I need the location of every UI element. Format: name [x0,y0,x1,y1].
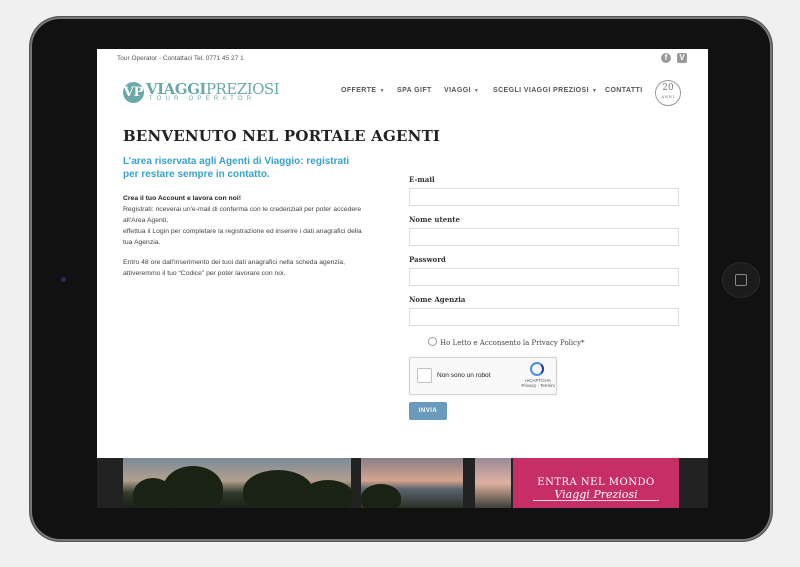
privacy-checkbox[interactable]: Ho Letto e Acconsento la Privacy Policy* [428,337,585,347]
facebook-icon[interactable]: f [661,53,671,63]
chevron-down-icon: ▼ [379,88,385,94]
password-field[interactable] [409,268,679,286]
sunset-photo [361,458,463,508]
nav-item-viaggi[interactable]: VIAGGI ▼ [444,87,479,94]
chevron-down-icon: ▼ [473,88,480,94]
home-square-icon [735,274,747,286]
agency-label: Nome Agenzia [409,295,466,304]
top-bar: Tour Operator - Contattaci Tel. 0771 45 … [97,49,708,71]
username-field[interactable] [409,228,679,246]
page-subtitle: L’area riservata agli Agenti di Viaggio:… [123,156,350,180]
checkbox-icon[interactable] [428,337,437,346]
password-label: Password [409,255,446,264]
page-title: BENVENUTO NEL PORTALE AGENTI [123,127,441,145]
submit-button[interactable]: INVIA [409,402,447,420]
landscape-photo [123,458,353,508]
email-label: E-mail [409,175,435,184]
promo-divider [533,500,659,501]
email-field[interactable] [409,188,679,206]
recaptcha-brand: reCAPTCHA Privacy - Termini [521,378,555,388]
nav-item-offerte[interactable]: OFFERTE ▼ [341,87,385,94]
camera-icon [61,277,66,282]
bottom-banner: ENTRA NEL MONDO Viaggi Preziosi [97,458,708,508]
intro-text: Crea il tuo Account e lavora con noi! Re… [123,195,362,277]
promo-banner[interactable]: ENTRA NEL MONDO Viaggi Preziosi [513,458,679,508]
activation-text: Entro 48 ore dall'inserimento dei tuoi d… [123,259,345,277]
nav-item-scegli[interactable]: SCEGLI VIAGGI PREZIOSI ▼ [493,87,597,94]
anniversary-badge: 20 ANNI [655,80,681,106]
recaptcha-label: Non sono un robot [437,372,491,379]
intro-heading: Crea il tuo Account e lavora con noi! [123,195,241,202]
promo-line1: ENTRA NEL MONDO [537,477,655,488]
screen: Tour Operator - Contattaci Tel. 0771 45 … [97,49,708,508]
vimeo-icon[interactable]: V [677,53,687,63]
contact-text: Tour Operator - Contattaci Tel. 0771 45 … [117,55,244,62]
username-label: Nome utente [409,215,460,224]
nav-item-spa-gift[interactable]: SPA GIFT [397,87,432,94]
recaptcha-widget: Non sono un robot reCAPTCHA Privacy - Ter… [409,357,557,395]
recaptcha-icon [530,362,544,376]
nav-item-contatti[interactable]: CONTATTI [605,87,643,94]
main-nav: OFFERTE ▼ SPA GIFT VIAGGI ▼ SCEGLI VIAGGI … [97,87,708,99]
chevron-down-icon: ▼ [591,88,598,94]
agency-field[interactable] [409,308,679,326]
recaptcha-checkbox[interactable] [417,368,432,383]
sky-photo [475,458,511,508]
